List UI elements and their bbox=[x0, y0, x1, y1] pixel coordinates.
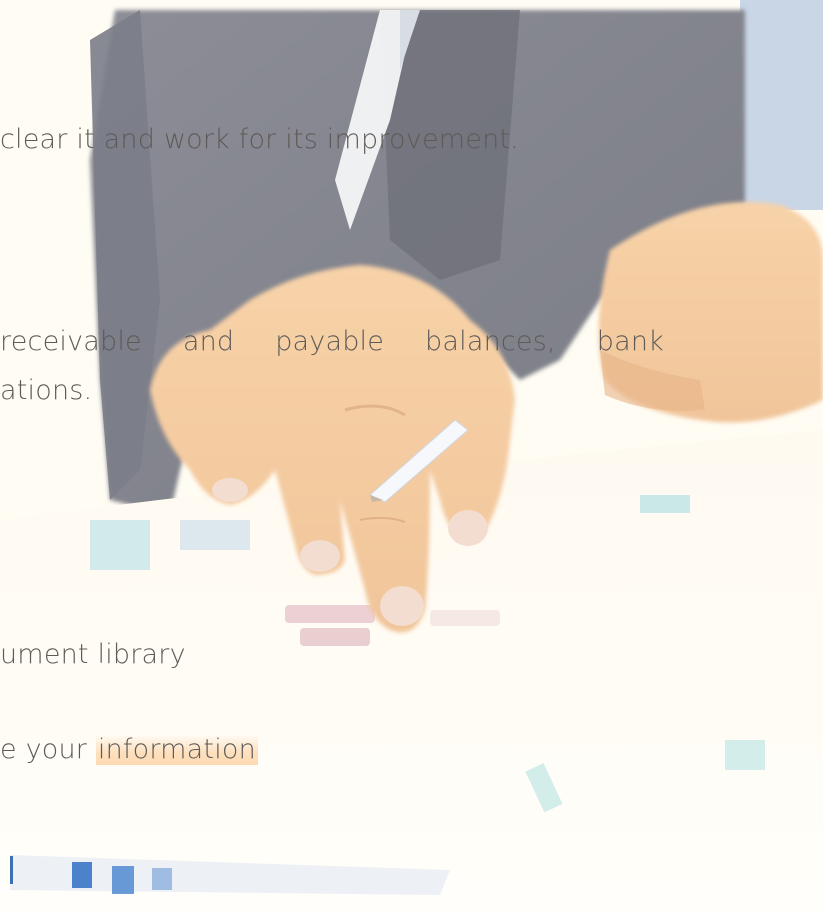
page: clear it and work for its improvement. r… bbox=[0, 0, 823, 911]
word: and bbox=[182, 326, 235, 357]
highlighted-word: information bbox=[95, 734, 258, 765]
word: balances, bbox=[425, 326, 556, 357]
body-text-line: ument library bbox=[0, 639, 186, 670]
word: bank bbox=[596, 326, 664, 357]
line-prefix: e your bbox=[0, 734, 96, 765]
body-text-line-justified: receivable and payable balances, bank bbox=[0, 326, 664, 357]
body-text-line: clear it and work for its improvement. bbox=[0, 124, 519, 155]
body-text-line: ations. bbox=[0, 375, 93, 406]
word: payable bbox=[275, 326, 385, 357]
body-text-line: e your information bbox=[0, 734, 258, 765]
word: receivable bbox=[0, 326, 142, 357]
